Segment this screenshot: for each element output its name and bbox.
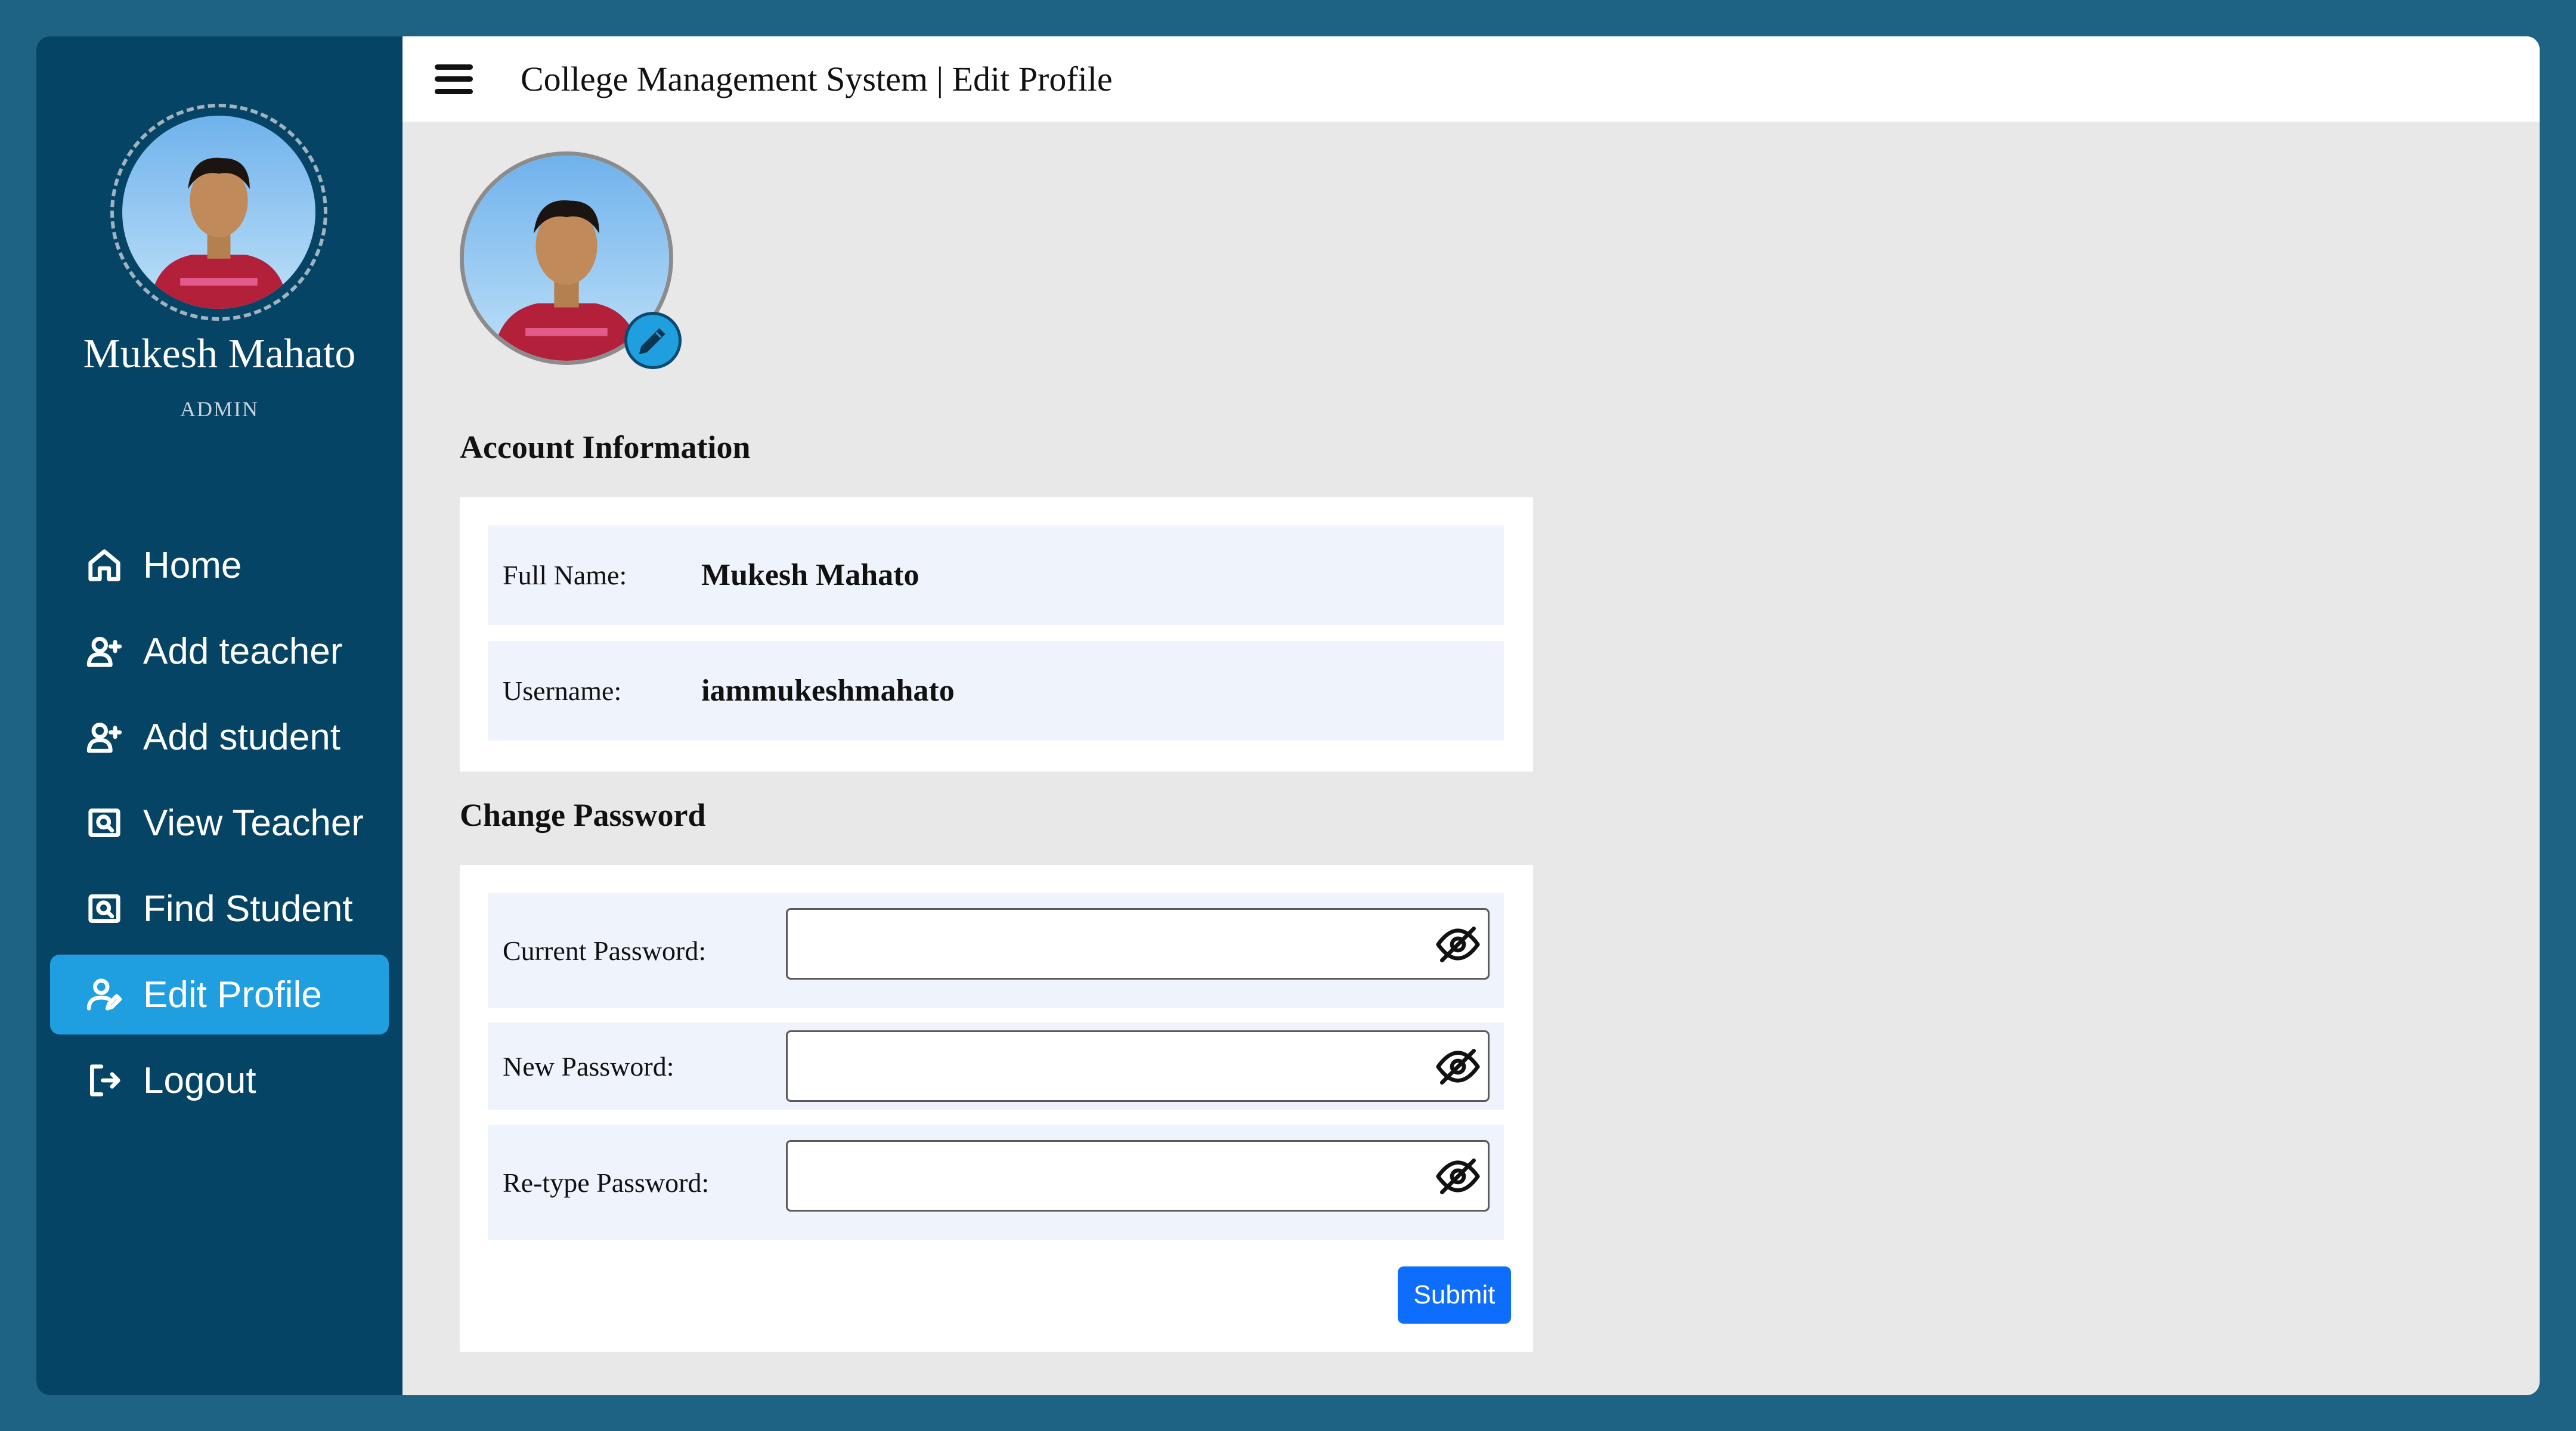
avatar bbox=[122, 116, 315, 309]
current-password-label: Current Password: bbox=[503, 936, 707, 966]
logout-icon bbox=[85, 1061, 124, 1100]
sidebar-item-logout[interactable]: Logout bbox=[50, 1040, 389, 1120]
retype-password-row: Re-type Password: bbox=[488, 1125, 1504, 1240]
user-role: ADMIN bbox=[180, 397, 259, 421]
add-user-icon bbox=[85, 717, 124, 757]
account-information-title: Account Information bbox=[460, 429, 751, 465]
change-password-title: Change Password bbox=[460, 797, 706, 833]
hamburger-menu-icon[interactable] bbox=[435, 64, 473, 94]
sidebar-nav: Home Add teacher Add student View Teache… bbox=[50, 525, 389, 1126]
sidebar-item-add-student[interactable]: Add student bbox=[50, 697, 389, 777]
retype-password-label: Re-type Password: bbox=[503, 1167, 710, 1198]
account-information-card: Full Name: Mukesh Mahato Username: iammu… bbox=[460, 497, 1533, 772]
new-password-label: New Password: bbox=[503, 1051, 674, 1082]
full-name-label: Full Name: bbox=[503, 560, 627, 590]
eye-slash-icon[interactable] bbox=[1434, 921, 1482, 968]
pencil-icon bbox=[639, 328, 665, 355]
page-title: College Management System | Edit Profile bbox=[521, 60, 1113, 98]
edit-photo-button[interactable] bbox=[624, 312, 682, 369]
sidebar-item-label: Add student bbox=[143, 716, 340, 758]
current-password-input[interactable] bbox=[788, 910, 1488, 978]
full-name-value: Mukesh Mahato bbox=[701, 558, 919, 592]
sidebar-avatar-ring bbox=[110, 104, 327, 321]
current-password-row: Current Password: bbox=[488, 893, 1504, 1008]
sidebar-item-label: View Teacher bbox=[143, 802, 364, 844]
top-bar: College Management System | Edit Profile bbox=[402, 36, 2540, 122]
sidebar-item-add-teacher[interactable]: Add teacher bbox=[50, 611, 389, 691]
current-password-field[interactable] bbox=[786, 908, 1490, 980]
sidebar-item-home[interactable]: Home bbox=[50, 525, 389, 605]
retype-password-input[interactable] bbox=[788, 1142, 1488, 1210]
sidebar-item-label: Find Student bbox=[143, 888, 353, 930]
sidebar-item-label: Add teacher bbox=[143, 630, 343, 672]
change-password-card: Current Password: New Password: Re-type … bbox=[460, 865, 1533, 1352]
home-icon bbox=[85, 546, 124, 585]
new-password-input[interactable] bbox=[788, 1032, 1488, 1100]
search-card-icon bbox=[85, 889, 124, 928]
full-name-row: Full Name: Mukesh Mahato bbox=[488, 525, 1504, 625]
sidebar-item-label: Home bbox=[143, 544, 242, 586]
username-value: iammukeshmahato bbox=[701, 674, 955, 708]
avatar-photo bbox=[122, 116, 315, 309]
new-password-field[interactable] bbox=[786, 1030, 1490, 1102]
eye-slash-icon[interactable] bbox=[1434, 1043, 1482, 1091]
user-edit-icon bbox=[85, 975, 124, 1014]
main-content: Account Information Full Name: Mukesh Ma… bbox=[402, 122, 2540, 1395]
sidebar-item-edit-profile[interactable]: Edit Profile bbox=[50, 955, 389, 1034]
user-name: Mukesh Mahato bbox=[83, 331, 356, 377]
submit-button[interactable]: Submit bbox=[1398, 1266, 1511, 1324]
sidebar-item-find-student[interactable]: Find Student bbox=[50, 869, 389, 949]
search-card-icon bbox=[85, 803, 124, 843]
new-password-row: New Password: bbox=[488, 1023, 1504, 1110]
sidebar-item-view-teacher[interactable]: View Teacher bbox=[50, 783, 389, 863]
username-label: Username: bbox=[503, 676, 622, 706]
retype-password-field[interactable] bbox=[786, 1140, 1490, 1212]
username-row: Username: iammukeshmahato bbox=[488, 641, 1504, 741]
sidebar: Mukesh Mahato ADMIN Home Add teacher Add… bbox=[36, 36, 402, 1395]
add-user-icon bbox=[85, 631, 124, 671]
sidebar-item-label: Edit Profile bbox=[143, 974, 322, 1015]
app-window: Mukesh Mahato ADMIN Home Add teacher Add… bbox=[36, 36, 2540, 1395]
eye-slash-icon[interactable] bbox=[1434, 1153, 1482, 1200]
sidebar-item-label: Logout bbox=[143, 1060, 256, 1101]
